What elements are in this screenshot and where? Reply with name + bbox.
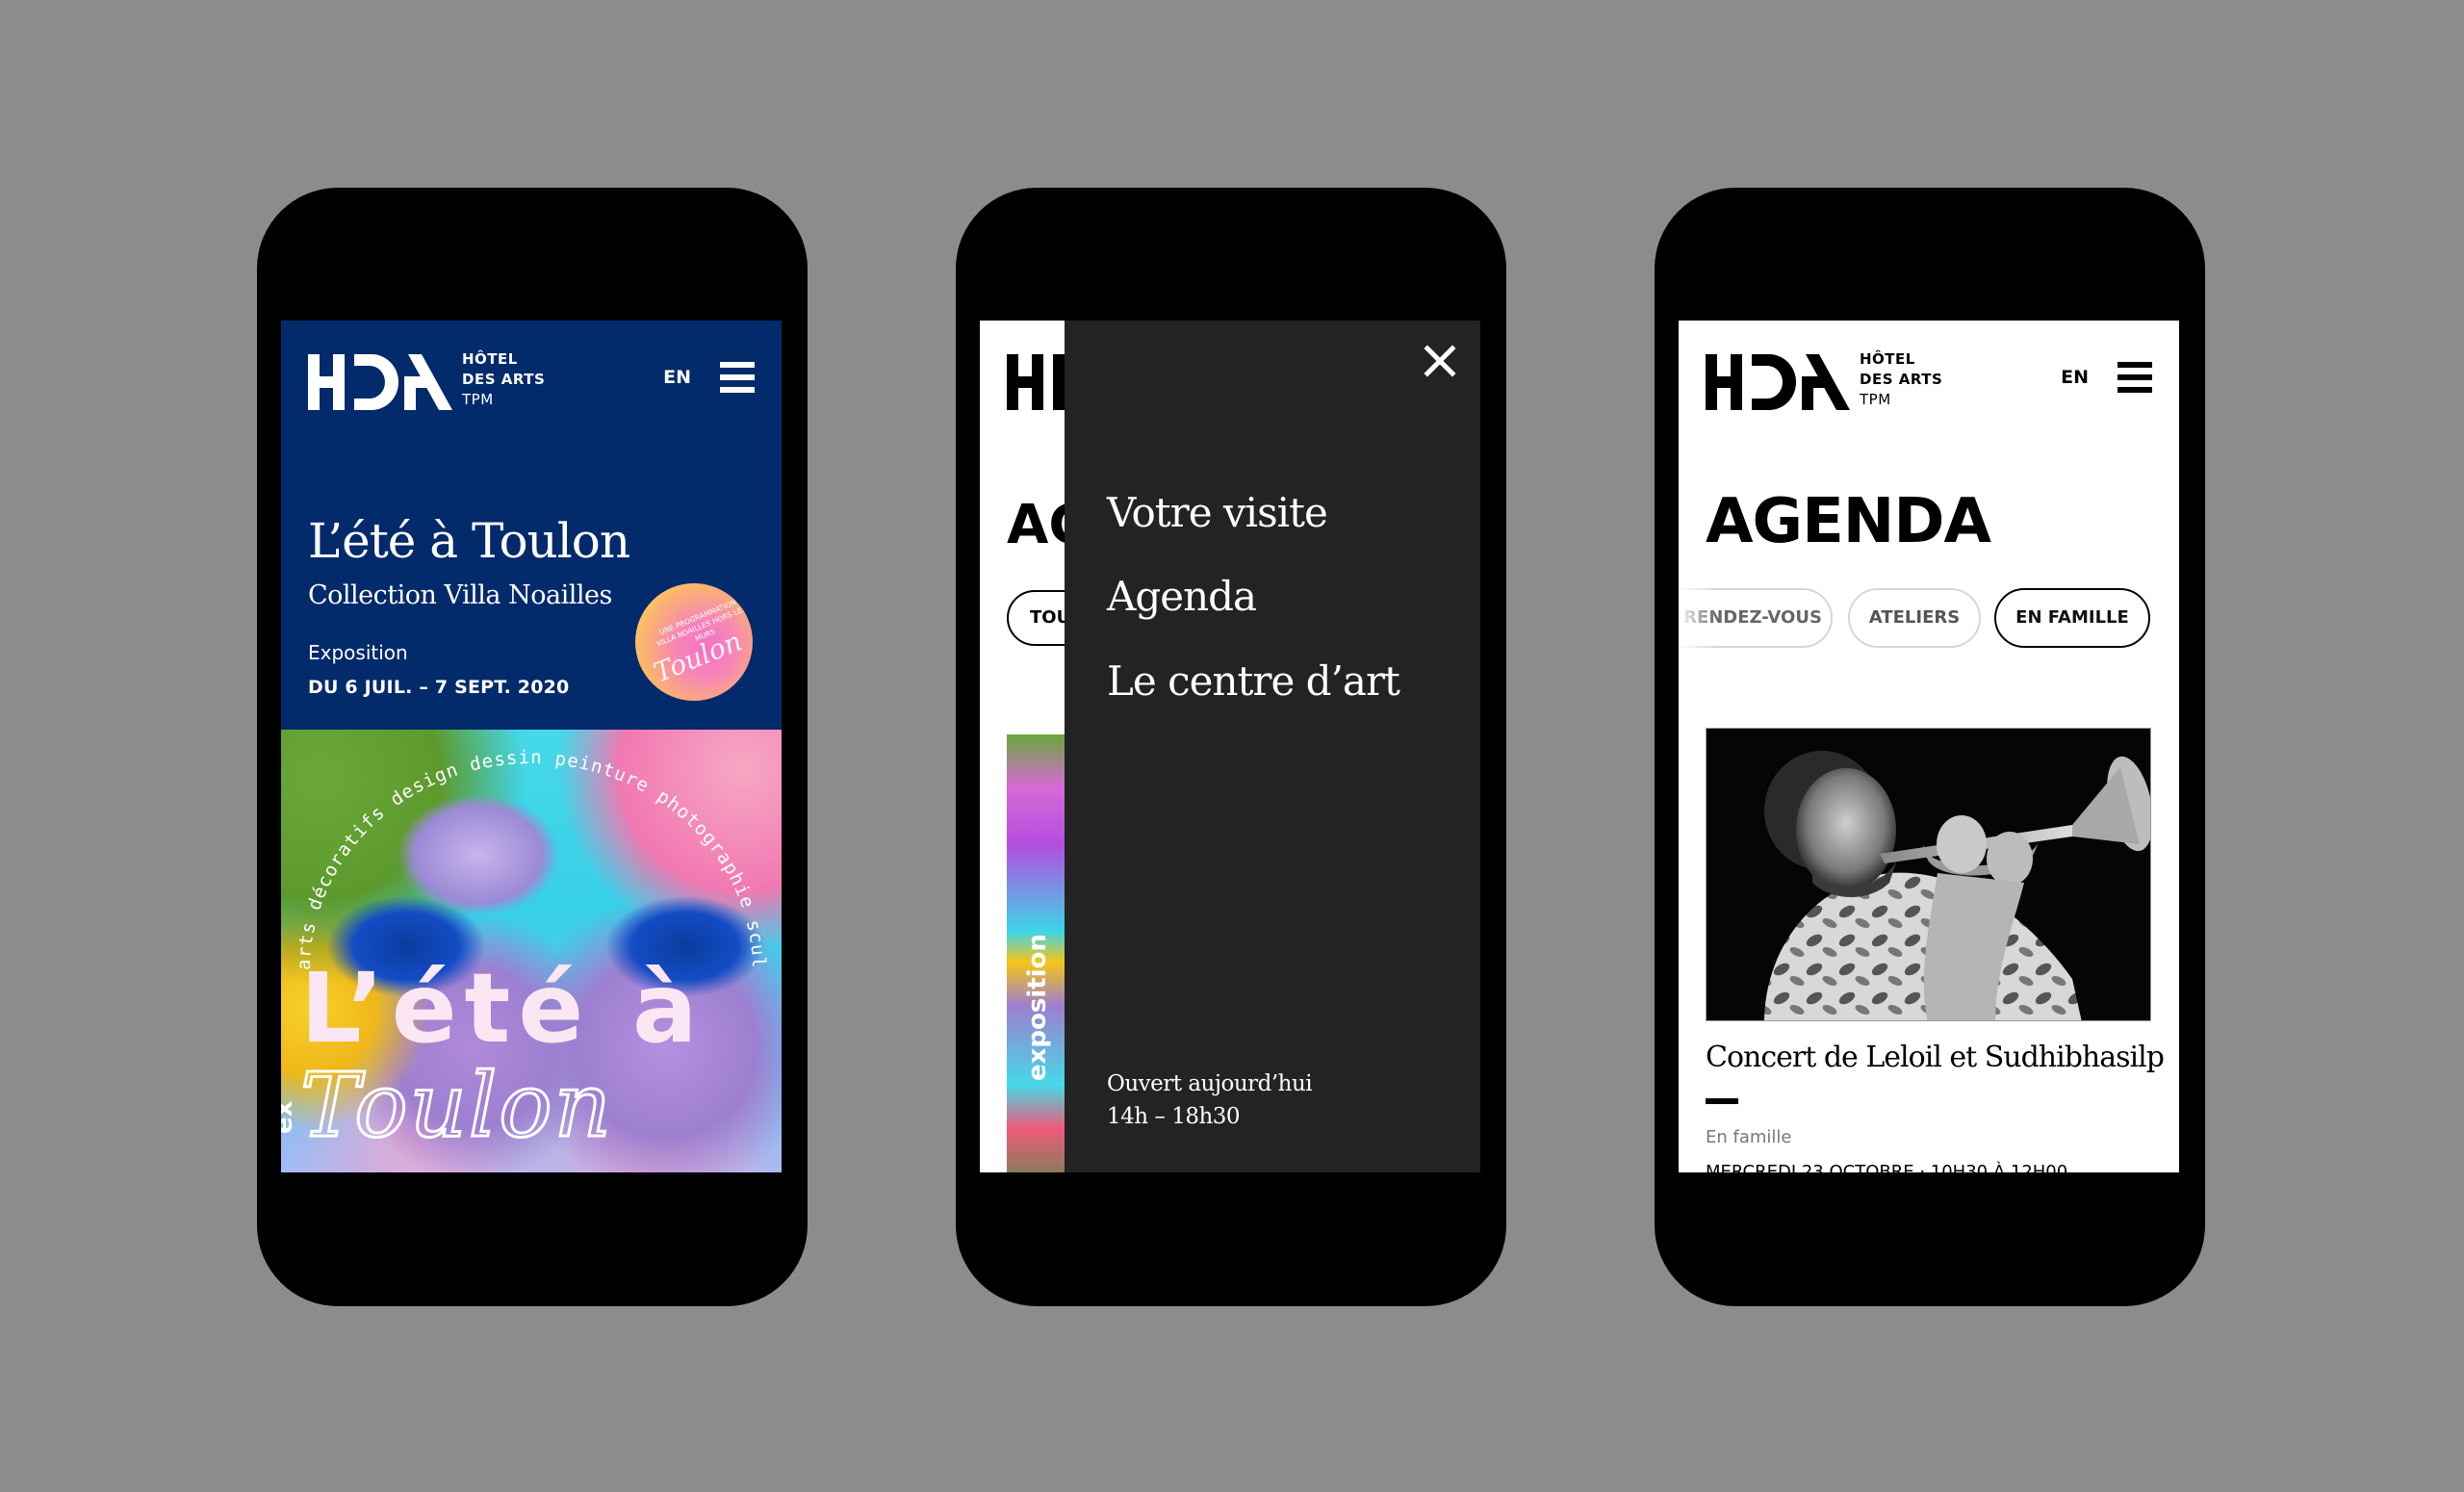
menu-item-centre-art[interactable]: Le centre d’art bbox=[1107, 657, 1400, 705]
hero-subtitle: Collection Villa Noailles bbox=[308, 580, 612, 610]
hamburger-bar bbox=[720, 387, 755, 393]
menu-screen: AG TOU exposition Votre visite Agenda Le… bbox=[980, 321, 1480, 1172]
wordmark-line: DES ARTS bbox=[1860, 371, 1943, 388]
language-switch[interactable]: EN bbox=[2061, 367, 2089, 388]
hero-title[interactable]: L’été à Toulon bbox=[308, 513, 630, 569]
wordmark-line: HÔTEL bbox=[1860, 350, 1915, 368]
brand-wordmark: HÔTEL DES ARTS TPM bbox=[462, 349, 545, 410]
nav-drawer: Votre visite Agenda Le centre d’art Ouve… bbox=[1065, 321, 1480, 1172]
poster-side-text: ex bbox=[281, 1100, 298, 1134]
filter-scroll-fade bbox=[1679, 588, 1717, 648]
svg-text:arts décoratifs design des: arts décoratifs design dessin peinture p… bbox=[281, 730, 769, 970]
menu-item-agenda[interactable]: Agenda bbox=[1107, 573, 1257, 620]
site-header: HÔTEL DES ARTS TPM EN bbox=[281, 321, 782, 426]
wordmark-line: HÔTEL bbox=[462, 350, 518, 368]
page-title: AGENDA bbox=[1706, 486, 1991, 557]
event-date: MERCREDI 23 OCTOBRE · 10H30 À 12H00 bbox=[1706, 1162, 2068, 1172]
phone-mockup-home: HÔTEL DES ARTS TPM EN L’été à Toulon Col… bbox=[257, 188, 808, 1306]
wordmark-line: TPM bbox=[1860, 391, 1891, 408]
hamburger-icon[interactable] bbox=[720, 362, 755, 393]
event-photo[interactable] bbox=[1706, 728, 2151, 1021]
phone-mockup-menu: AG TOU exposition Votre visite Agenda Le… bbox=[956, 188, 1506, 1306]
hamburger-bar bbox=[720, 362, 755, 368]
event-category: En famille bbox=[1706, 1127, 1792, 1147]
close-icon[interactable] bbox=[1423, 344, 1457, 378]
villa-noailles-badge: UNE PROGRAMMATION VILLA NOAILLES HORS LE… bbox=[635, 583, 753, 701]
hero-type: Exposition bbox=[308, 641, 408, 664]
hamburger-bar bbox=[2118, 387, 2152, 393]
poster-title: L’été à bbox=[300, 952, 706, 1065]
agenda-screen: HÔTEL DES ARTS TPM EN AGENDA RENDEZ-VOUS… bbox=[1679, 321, 2179, 1172]
poster-side-text: exposition bbox=[1023, 934, 1052, 1081]
filter-ateliers[interactable]: ATELIERS bbox=[1848, 588, 1981, 648]
filter-en-famille[interactable]: EN FAMILLE bbox=[1994, 588, 2150, 648]
poster-script: Toulon bbox=[299, 1054, 613, 1157]
wordmark-line: DES ARTS bbox=[462, 371, 546, 388]
hamburger-bar bbox=[2118, 374, 2152, 380]
language-switch[interactable]: EN bbox=[663, 367, 691, 388]
hero-dates: DU 6 JUIL. – 7 SEPT. 2020 bbox=[308, 677, 570, 698]
hamburger-bar bbox=[720, 374, 755, 380]
hda-logo-icon[interactable] bbox=[1706, 354, 1850, 410]
menu-item-votre-visite[interactable]: Votre visite bbox=[1107, 489, 1328, 536]
event-divider bbox=[1706, 1098, 1738, 1104]
hda-logo-icon[interactable] bbox=[308, 354, 452, 410]
opening-status: Ouvert aujourd’hui bbox=[1107, 1071, 1313, 1096]
trumpet-player-image bbox=[1707, 729, 2150, 1020]
wordmark-line: TPM bbox=[462, 391, 494, 408]
poster-arc-words: arts décoratifs design dessin peinture p… bbox=[281, 730, 768, 970]
home-screen: HÔTEL DES ARTS TPM EN L’été à Toulon Col… bbox=[281, 321, 782, 1172]
exhibition-poster[interactable]: arts décoratifs design dessin peinture p… bbox=[281, 730, 782, 1172]
hamburger-bar bbox=[2118, 362, 2152, 368]
phone-mockup-agenda: HÔTEL DES ARTS TPM EN AGENDA RENDEZ-VOUS… bbox=[1655, 188, 2205, 1306]
event-title[interactable]: Concert de Leloil et Sudhibhasilp bbox=[1706, 1041, 2165, 1074]
hda-logo-icon[interactable] bbox=[1007, 354, 1065, 410]
opening-times: 14h – 18h30 bbox=[1107, 1104, 1241, 1129]
site-header: HÔTEL DES ARTS TPM EN bbox=[1679, 321, 2179, 426]
opening-hours: Ouvert aujourd’hui 14h – 18h30 bbox=[1107, 1068, 1313, 1133]
hamburger-icon[interactable] bbox=[2118, 362, 2152, 393]
brand-wordmark: HÔTEL DES ARTS TPM bbox=[1860, 349, 1942, 410]
